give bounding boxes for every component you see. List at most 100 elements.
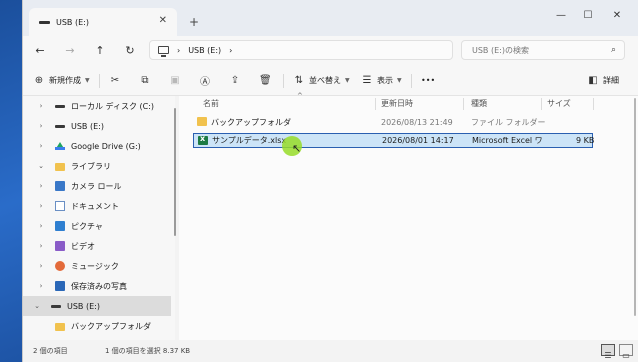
view-label: 表示 (377, 75, 393, 85)
sidebar-item-label: USB (E:) (71, 121, 104, 131)
sidebar-item-libraries[interactable]: ⌄ ライブラリ (23, 156, 171, 176)
sidebar-item-pictures[interactable]: › ピクチャ (23, 216, 171, 236)
minimize-button[interactable]: — (551, 10, 571, 21)
column-header-size[interactable]: サイズ (547, 98, 571, 109)
file-type: Microsoft Excel ワ... (472, 136, 542, 145)
close-window-button[interactable]: ✕ (607, 10, 627, 21)
delete-button[interactable]: 🗑 (259, 73, 272, 87)
chevron-right-icon[interactable]: › (37, 142, 45, 150)
music-icon (55, 261, 65, 271)
paste-icon: ▣ (170, 74, 180, 86)
tab-usb[interactable]: USB (E:) ✕ (29, 8, 177, 36)
chevron-right-icon[interactable]: › (37, 282, 45, 290)
sidebar-item-label: ローカル ディスク (C:) (71, 101, 155, 111)
details-pane-button[interactable]: ◧ 詳細 (587, 73, 619, 87)
chevron-right-icon[interactable]: › (37, 262, 45, 270)
copy-button[interactable]: ⧉ (139, 73, 151, 87)
rename-icon: Ⓐ (200, 76, 210, 88)
camera-roll-icon (55, 181, 65, 191)
folder-icon (55, 163, 65, 171)
tab-title: USB (E:) (56, 17, 89, 27)
paste-button[interactable]: ▣ (169, 73, 181, 87)
sidebar-item-label: ミュージック (71, 261, 119, 271)
maximize-button[interactable]: ☐ (578, 10, 598, 21)
new-label: 新規作成 (49, 75, 81, 85)
sidebar-item-google-drive[interactable]: › Google Drive (G:) (23, 136, 171, 156)
sidebar-item-local-disk-c[interactable]: › ローカル ディスク (C:) (23, 96, 171, 116)
sidebar-item-label: ドキュメント (71, 201, 119, 211)
folder-icon (55, 323, 65, 331)
details-view-button[interactable]: ☰ (601, 344, 615, 360)
sidebar-scrollbar[interactable] (174, 108, 176, 236)
usb-drive-icon (39, 20, 50, 24)
up-button[interactable]: ↑ (91, 41, 109, 59)
column-divider[interactable] (375, 98, 376, 110)
column-divider[interactable] (541, 98, 542, 110)
sidebar-item-videos[interactable]: › ビデオ (23, 236, 171, 256)
column-header-name[interactable]: 名前 (203, 98, 219, 109)
sidebar-item-label: カメラ ロール (71, 181, 122, 191)
forward-button[interactable]: → (61, 41, 79, 59)
sidebar-item-usb-e[interactable]: › USB (E:) (23, 116, 171, 136)
file-list: ^ 名前 更新日時 種類 サイズ バックアップフォルダ 2026/08/13 2… (179, 92, 638, 340)
address-bar[interactable]: › USB (E:) › (149, 40, 453, 60)
close-tab-icon[interactable]: ✕ (159, 15, 167, 26)
new-button[interactable]: ⊕ 新規作成 ▼ (33, 73, 90, 87)
more-options-button[interactable]: ••• (421, 73, 435, 87)
file-modified: 2026/08/01 14:17 (382, 136, 454, 145)
details-label: 詳細 (603, 75, 619, 85)
chevron-down-icon: ▼ (345, 76, 350, 84)
title-bar: USB (E:) ✕ + — ☐ ✕ (23, 0, 638, 36)
sidebar-item-saved-pictures[interactable]: › 保存済みの写真 (23, 276, 171, 296)
column-header-type[interactable]: 種類 (471, 98, 487, 109)
sort-icon: ⇅ (294, 74, 304, 86)
folder-icon (197, 117, 207, 126)
navigation-pane: › ローカル ディスク (C:) › USB (E:) › Google Dri… (23, 96, 175, 340)
refresh-button[interactable]: ↻ (121, 41, 139, 59)
more-icon: ••• (421, 75, 436, 85)
sidebar-item-usb-e-expanded[interactable]: ⌄ USB (E:) (23, 296, 171, 316)
videos-icon (55, 241, 65, 251)
back-button[interactable]: ← (31, 41, 49, 59)
tiles-view-button[interactable]: ▭ (619, 344, 633, 360)
file-name: サンプルデータ.xlsx (212, 136, 287, 145)
breadcrumb-usb[interactable]: USB (E:) (188, 46, 221, 55)
sidebar-item-backup-folder[interactable]: バックアップフォルダ (23, 316, 171, 336)
column-header-modified[interactable]: 更新日時 (381, 98, 413, 109)
documents-icon (55, 201, 65, 211)
toolbar-divider (283, 74, 284, 88)
mouse-pointer-icon: ↖ (292, 142, 302, 155)
command-bar: ⊕ 新規作成 ▼ ✂ ⧉ ▣ Ⓐ ⇪ 🗑 ⇅ 並べ替え ▼ ☰ 表示 ▼ •••… (23, 64, 638, 96)
new-tab-button[interactable]: + (189, 15, 199, 29)
chevron-right-icon[interactable]: › (37, 122, 45, 130)
sidebar-item-music[interactable]: › ミュージック (23, 256, 171, 276)
breadcrumb-separator: › (177, 45, 181, 55)
view-button[interactable]: ☰ 表示 ▼ (361, 73, 402, 87)
rename-button[interactable]: Ⓐ (199, 73, 211, 88)
chevron-right-icon[interactable]: › (37, 202, 45, 210)
chevron-right-icon[interactable]: › (37, 242, 45, 250)
share-button[interactable]: ⇪ (229, 73, 241, 87)
chevron-down-icon[interactable]: ⌄ (33, 302, 41, 310)
file-row-backup-folder[interactable]: バックアップフォルダ 2026/08/13 21:49 ファイル フォルダー (193, 115, 593, 130)
details-view-icon: ☰ (604, 351, 612, 360)
column-divider[interactable] (593, 98, 594, 110)
chevron-down-icon[interactable]: ⌄ (37, 162, 45, 170)
search-placeholder: USB (E:)の検索 (472, 45, 529, 55)
sidebar-item-documents[interactable]: › ドキュメント (23, 196, 171, 216)
search-input[interactable]: USB (E:)の検索 ⌕ (461, 40, 625, 60)
status-bar: 2 個の項目 1 個の項目を選択 8.37 KB ☰ ▭ (23, 340, 638, 362)
sidebar-item-label: ライブラリ (71, 161, 111, 171)
file-list-scrollbar[interactable] (634, 98, 636, 316)
sort-button[interactable]: ⇅ 並べ替え ▼ (293, 73, 350, 87)
chevron-right-icon[interactable]: › (37, 102, 45, 110)
file-size: 9 KB (576, 136, 595, 145)
cut-button[interactable]: ✂ (109, 73, 121, 87)
chevron-right-icon[interactable]: › (37, 222, 45, 230)
plus-circle-icon: ⊕ (34, 74, 44, 86)
copy-icon: ⧉ (141, 74, 149, 86)
chevron-right-icon[interactable]: › (37, 182, 45, 190)
sidebar-item-camera-roll[interactable]: › カメラ ロール (23, 176, 171, 196)
file-row-sample-data-xlsx[interactable]: サンプルデータ.xlsx 2026/08/01 14:17 Microsoft … (193, 133, 595, 148)
column-divider[interactable] (463, 98, 464, 110)
